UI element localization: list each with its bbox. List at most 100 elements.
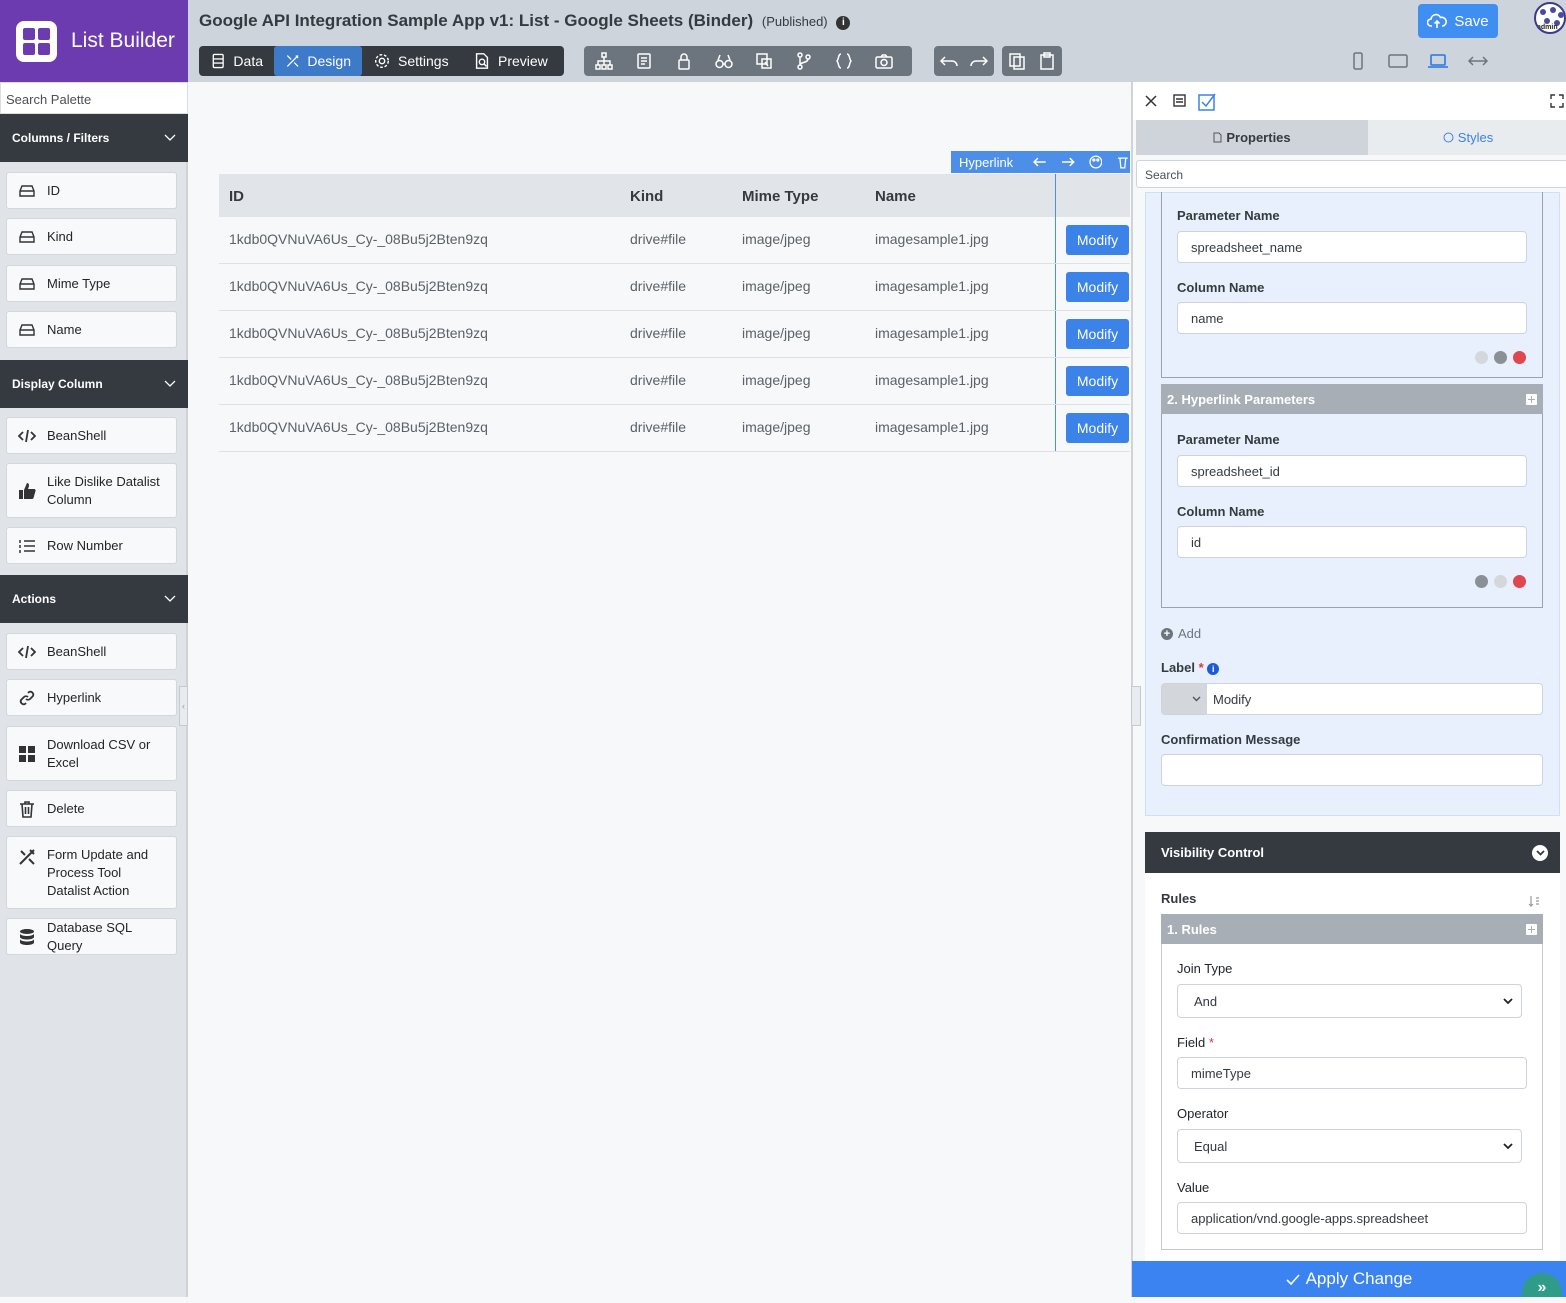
- add-parameter-button[interactable]: + Add: [1161, 626, 1201, 641]
- confirmation-message-label: Confirmation Message: [1161, 732, 1301, 747]
- column-name-field[interactable]: id: [1177, 526, 1527, 558]
- camera-icon[interactable]: [864, 46, 904, 76]
- modify-button[interactable]: Modify: [1066, 225, 1129, 255]
- field-value: mimeType: [1191, 1065, 1251, 1081]
- palette-item-delete[interactable]: Delete: [6, 790, 177, 827]
- palette-item-id[interactable]: ID: [6, 172, 177, 209]
- database-icon: [212, 53, 224, 69]
- tab-settings[interactable]: Settings: [362, 46, 462, 76]
- tab-preview-label: Preview: [498, 53, 548, 69]
- expand-icon[interactable]: [1550, 94, 1564, 108]
- document-icon: [1213, 132, 1222, 143]
- undo-icon[interactable]: [934, 46, 964, 76]
- tab-preview[interactable]: Preview: [462, 46, 562, 76]
- tablet-view-icon[interactable]: [1383, 50, 1413, 72]
- column-header-mime-type[interactable]: Mime Type: [742, 188, 818, 205]
- parameter-name-field[interactable]: spreadsheet_name: [1177, 231, 1527, 263]
- palette-item-hyperlink[interactable]: Hyperlink: [6, 679, 177, 716]
- panel-resize-handle[interactable]: [1131, 686, 1141, 726]
- copy-icon[interactable]: [1002, 46, 1032, 76]
- move-down-icon[interactable]: [1494, 351, 1507, 364]
- palette-item-download-csv[interactable]: Download CSV or Excel: [6, 726, 177, 781]
- tree-icon[interactable]: [584, 46, 624, 76]
- code-braces-icon[interactable]: [824, 46, 864, 76]
- binoculars-icon[interactable]: [704, 46, 744, 76]
- properties-icon[interactable]: [624, 46, 664, 76]
- palette-search-input[interactable]: Search Palette: [0, 82, 188, 114]
- action-column-header[interactable]: [1055, 174, 1130, 217]
- desktop-view-icon[interactable]: [1423, 50, 1453, 72]
- form-icon[interactable]: [1173, 94, 1186, 107]
- chevron-down-icon: [1192, 696, 1201, 702]
- remove-icon[interactable]: [1513, 575, 1526, 588]
- save-button[interactable]: Save: [1418, 4, 1498, 38]
- modify-button[interactable]: Modify: [1066, 413, 1129, 443]
- close-icon[interactable]: [1145, 95, 1157, 107]
- properties-search-input[interactable]: Search: [1136, 160, 1566, 188]
- palette-item-database-sql[interactable]: Database SQL Query: [6, 918, 177, 955]
- operator-select[interactable]: Equal: [1177, 1129, 1522, 1163]
- apply-change-button[interactable]: Apply Change: [1132, 1261, 1566, 1297]
- column-header-name[interactable]: Name: [875, 188, 916, 205]
- column-header-id[interactable]: ID: [229, 188, 244, 205]
- remove-icon[interactable]: [1513, 351, 1526, 364]
- branch-icon[interactable]: [784, 46, 824, 76]
- visibility-control-header[interactable]: Visibility Control: [1145, 832, 1560, 873]
- fullwidth-view-icon[interactable]: [1463, 50, 1493, 72]
- palette-item-kind[interactable]: Kind: [6, 218, 177, 255]
- modify-button[interactable]: Modify: [1066, 272, 1129, 302]
- move-up-icon[interactable]: [1475, 351, 1488, 364]
- parameter-name-field[interactable]: spreadsheet_id: [1177, 455, 1527, 487]
- tab-properties-label: Properties: [1226, 130, 1291, 145]
- palette-item-mime-type[interactable]: Mime Type: [6, 265, 177, 302]
- gear-icon: [374, 53, 390, 69]
- modify-button[interactable]: Modify: [1066, 319, 1129, 349]
- move-up-icon[interactable]: [1475, 575, 1488, 588]
- palette-section-actions[interactable]: Actions: [0, 575, 188, 623]
- tab-properties[interactable]: Properties: [1136, 120, 1368, 155]
- palette-collapse-handle[interactable]: ‹: [179, 686, 188, 726]
- translate-icon[interactable]: [744, 46, 784, 76]
- palette-section-columns[interactable]: Columns / Filters: [0, 114, 188, 162]
- add-icon[interactable]: [1526, 923, 1537, 935]
- builder-tools: [584, 46, 912, 76]
- label-input[interactable]: Modify: [1161, 683, 1543, 715]
- mobile-view-icon[interactable]: [1343, 50, 1373, 72]
- avatar[interactable]: admin: [1534, 2, 1566, 34]
- sort-icon[interactable]: [1528, 895, 1540, 907]
- column-name-field[interactable]: name: [1177, 302, 1527, 334]
- action-cell: Modify: [1055, 264, 1130, 310]
- value-input[interactable]: application/vnd.google-apps.spreadsheet: [1177, 1202, 1527, 1234]
- arrow-left-icon[interactable]: [1033, 155, 1047, 169]
- palette-item-row-number[interactable]: Row Number: [6, 527, 177, 564]
- move-down-icon[interactable]: [1494, 575, 1507, 588]
- paste-icon[interactable]: [1032, 46, 1062, 76]
- info-icon[interactable]: i: [1207, 663, 1220, 675]
- trash-icon[interactable]: [1116, 155, 1130, 169]
- join-type-select[interactable]: And: [1177, 984, 1522, 1018]
- arrow-right-icon[interactable]: [1061, 155, 1075, 169]
- field-input[interactable]: mimeType: [1177, 1057, 1527, 1089]
- palette-icon[interactable]: [1088, 155, 1103, 169]
- confirmation-message-field[interactable]: [1161, 754, 1543, 786]
- label-language-dropdown[interactable]: [1162, 684, 1207, 714]
- tab-data[interactable]: Data: [199, 46, 274, 76]
- palette-item-name[interactable]: Name: [6, 311, 177, 348]
- rules-group-header: 1. Rules: [1161, 914, 1543, 944]
- tab-design[interactable]: Design: [274, 46, 362, 76]
- redo-icon[interactable]: [964, 46, 994, 76]
- palette-item-beanshell-column[interactable]: BeanShell: [6, 417, 177, 454]
- add-icon[interactable]: [1526, 393, 1537, 405]
- column-header-kind[interactable]: Kind: [630, 188, 663, 205]
- page-title: Google API Integration Sample App v1: Li…: [199, 11, 851, 31]
- palette-item-like-dislike[interactable]: Like Dislike Datalist Column: [6, 463, 177, 518]
- cell-kind: drive#file: [630, 325, 687, 341]
- tab-styles[interactable]: Styles: [1368, 120, 1566, 155]
- palette-section-display-column[interactable]: Display Column: [0, 360, 188, 408]
- checkbox-icon[interactable]: [1198, 92, 1217, 111]
- lock-icon[interactable]: [664, 46, 704, 76]
- modify-button[interactable]: Modify: [1066, 366, 1129, 396]
- palette-item-form-update[interactable]: Form Update and Process Tool Datalist Ac…: [6, 836, 177, 909]
- palette-item-beanshell-action[interactable]: BeanShell: [6, 633, 177, 670]
- info-icon[interactable]: i: [836, 16, 851, 30]
